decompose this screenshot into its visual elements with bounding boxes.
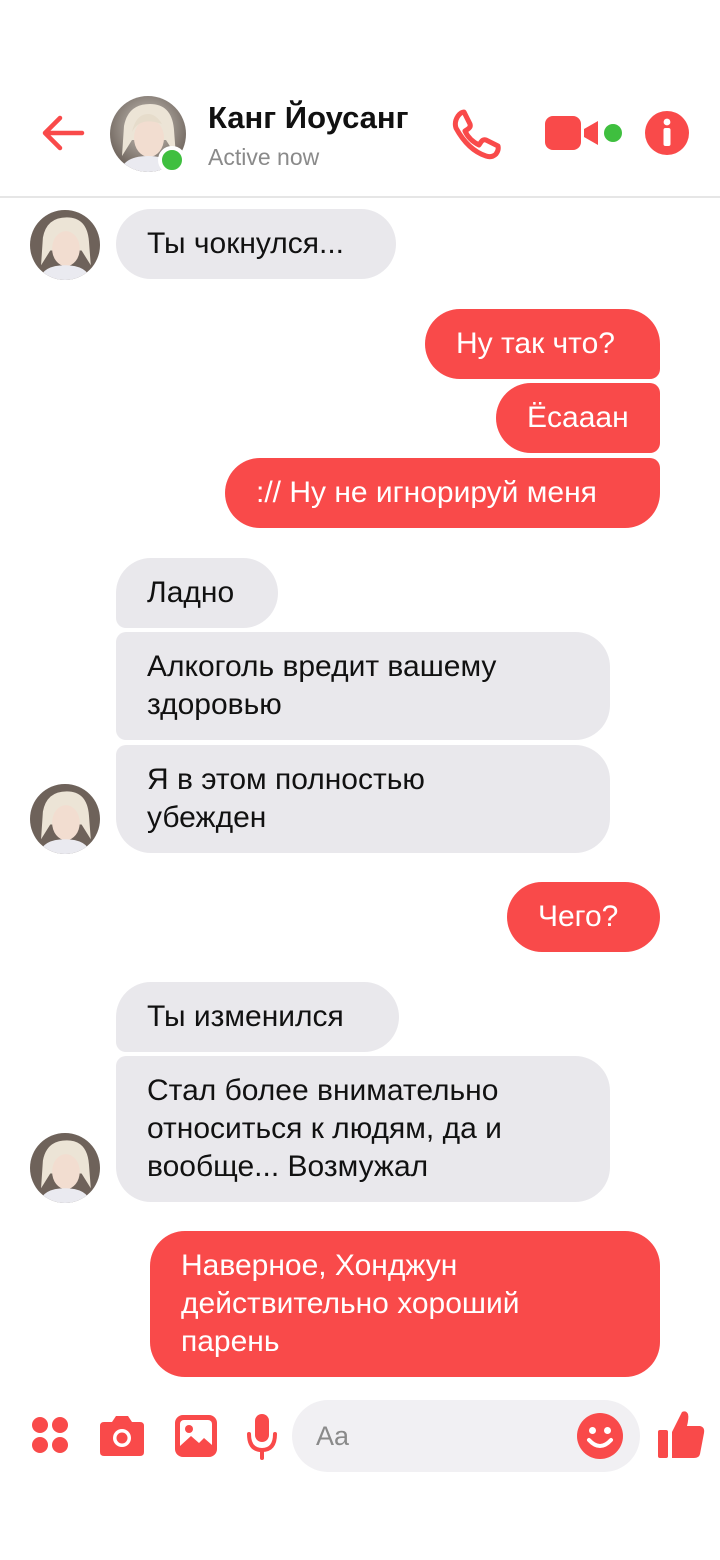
message-bubble-incoming[interactable]: Ты изменился [116,982,399,1052]
message-text-line: Алкоголь вредит вашему [147,650,497,683]
camera-icon[interactable] [98,1412,146,1458]
message-bubble-incoming[interactable]: Ладно [116,558,278,628]
message-text-line: парень [181,1325,280,1358]
emoji-icon[interactable] [576,1412,624,1460]
info-icon[interactable] [644,110,690,156]
contact-name[interactable]: Канг Йоусанг [208,100,409,136]
message-bubble-outgoing[interactable]: Ну так что? [425,309,660,379]
chat-header: Канг Йоусанг Active now [0,0,720,198]
message-bubble-outgoing[interactable]: Чего? [507,882,660,952]
message-text-line: относиться к людям, да и [147,1112,502,1145]
image-icon[interactable] [174,1414,218,1458]
message-text-line: Я в этом полностью [147,763,425,796]
apps-grid-icon[interactable] [30,1415,70,1455]
message-bubble-incoming[interactable]: Ты чокнулся... [116,209,396,279]
message-text-line: вообще... Возмужал [147,1150,429,1183]
online-status-dot [158,146,186,174]
message-text: Ты чокнулся... [147,227,345,260]
back-arrow-icon[interactable] [38,108,88,158]
microphone-icon[interactable] [246,1412,278,1462]
message-bubble-outgoing[interactable]: Наверное, Хонджун действительно хороший … [150,1231,660,1377]
sender-avatar[interactable] [30,784,100,854]
message-text-line: здоровью [147,688,282,721]
video-camera-icon[interactable] [542,112,606,156]
message-text-line: Наверное, Хонджун [181,1249,458,1282]
phone-icon[interactable] [448,106,504,162]
message-bubble-incoming[interactable]: Стал более внимательно относиться к людя… [116,1056,610,1202]
message-input-container [292,1400,640,1472]
message-text: Ну так что? [456,327,615,360]
message-text: :// Ну не игнорируй меня [256,476,597,509]
message-text-line: действительно хороший [181,1287,520,1320]
message-input[interactable] [316,1400,566,1472]
message-text: Ладно [147,576,235,609]
message-text: Ты изменился [147,1000,344,1033]
message-bubble-outgoing[interactable]: :// Ну не игнорируй меня [225,458,660,528]
message-text: Чего? [538,900,619,933]
sender-avatar[interactable] [30,210,100,280]
thumbs-up-icon[interactable] [656,1408,706,1460]
sender-avatar[interactable] [30,1133,100,1203]
message-bubble-outgoing[interactable]: Ёсааан [496,383,660,453]
video-active-dot [604,124,622,142]
message-text-line: убежден [147,801,267,834]
message-bubble-incoming[interactable]: Я в этом полностью убежден [116,745,610,853]
message-text-line: Стал более внимательно [147,1074,499,1107]
message-bubble-incoming[interactable]: Алкоголь вредит вашему здоровью [116,632,610,740]
message-text: Ёсааан [527,401,629,434]
contact-status: Active now [208,144,320,170]
